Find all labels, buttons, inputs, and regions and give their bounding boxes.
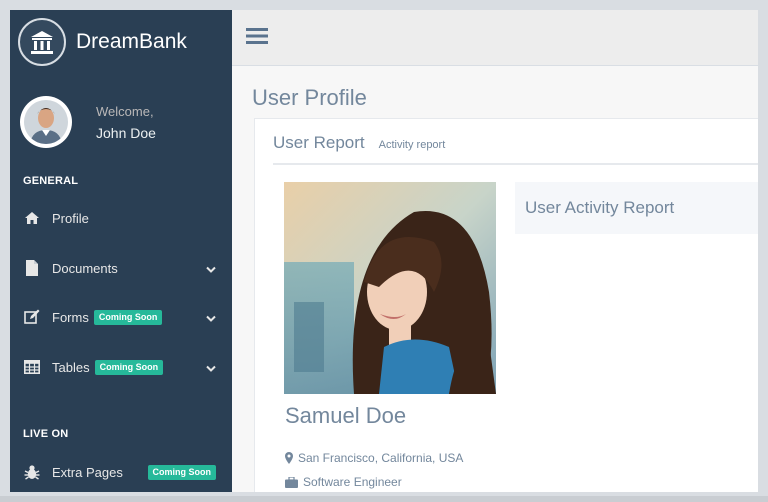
briefcase-icon — [285, 476, 298, 488]
sidebar-item-profile[interactable]: Profile — [23, 206, 216, 230]
sidebar-item-forms[interactable]: Forms Coming Soon — [23, 305, 216, 329]
profile-block: Welcome, John Doe — [20, 96, 156, 148]
edit-icon — [23, 309, 41, 325]
sidebar-item-extra-pages[interactable]: Extra Pages Coming Soon — [23, 460, 216, 484]
chevron-down-icon — [206, 262, 216, 277]
job-row: Software Engineer — [285, 475, 402, 489]
table-icon — [23, 359, 41, 375]
user-photo — [284, 182, 496, 394]
coming-soon-badge: Coming Soon — [93, 309, 163, 325]
location-row: San Francisco, California, USA — [285, 451, 463, 465]
sidebar-item-label: Extra Pages — [52, 464, 123, 480]
bug-icon — [23, 464, 41, 480]
file-icon — [23, 260, 41, 276]
sidebar-item-label: Profile — [52, 210, 89, 226]
activity-report-title: User Activity Report — [525, 198, 675, 217]
user-name: John Doe — [96, 124, 156, 141]
map-marker-icon — [285, 452, 293, 464]
page-title: User Profile — [252, 85, 367, 110]
app-frame: DreamBank Welcome, John Doe GENERAL Prof… — [10, 10, 758, 492]
panel-subtitle: Activity report — [378, 139, 446, 151]
avatar-photo — [24, 100, 68, 144]
welcome-label: Welcome, — [96, 103, 154, 119]
horizontal-scrollbar[interactable] — [0, 496, 768, 502]
menu-toggle-icon[interactable] — [246, 27, 268, 50]
top-nav — [232, 10, 758, 66]
home-icon — [23, 210, 41, 226]
chevron-down-icon — [206, 361, 216, 376]
bank-logo-icon — [18, 18, 66, 66]
sidebar-item-tables[interactable]: Tables Coming Soon — [23, 355, 216, 379]
panel-title-text: User Report — [273, 133, 365, 152]
brand-name: DreamBank — [76, 30, 187, 53]
location-text: San Francisco, California, USA — [298, 451, 464, 465]
profile-user-name: Samuel Doe — [285, 403, 407, 428]
coming-soon-badge: Coming Soon — [94, 359, 164, 375]
brand[interactable]: DreamBank — [18, 14, 187, 70]
job-text: Software Engineer — [303, 475, 402, 489]
avatar[interactable] — [20, 96, 72, 148]
sidebar-item-label: Tables — [52, 359, 90, 375]
panel-title: User Report Activity report — [273, 133, 758, 165]
sidebar: DreamBank Welcome, John Doe GENERAL Prof… — [10, 10, 232, 492]
sidebar-item-documents[interactable]: Documents — [23, 256, 216, 280]
sidebar-item-label: Documents — [52, 260, 118, 276]
activity-report-header: User Activity Report — [515, 182, 758, 234]
section-general: GENERAL — [23, 175, 79, 187]
chevron-down-icon — [206, 311, 216, 326]
section-live-on: LIVE ON — [23, 428, 69, 440]
coming-soon-badge: Coming Soon — [147, 464, 216, 480]
sidebar-item-label: Forms — [52, 309, 89, 325]
user-report-panel: User Report Activity report Samuel Doe S… — [254, 118, 758, 492]
